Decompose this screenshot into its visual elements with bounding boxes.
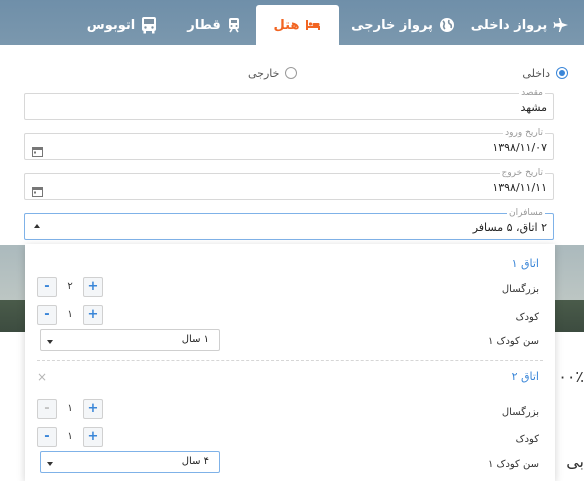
radio-label: خارجی xyxy=(248,66,280,80)
calendar-icon[interactable] xyxy=(32,182,43,201)
tab-label: هتل xyxy=(273,17,300,33)
partial-text: بی‌ xyxy=(566,452,584,471)
tab-hotel[interactable]: هتل xyxy=(256,5,339,45)
children-label: کودک xyxy=(515,312,539,323)
tab-label: پرواز خارجی xyxy=(351,17,433,33)
minus-button[interactable]: - xyxy=(37,277,57,297)
passengers-field[interactable]: مسافران ۲ اتاق، ۵ مسافر xyxy=(24,207,554,240)
child-age-label: سن کودک ۱ xyxy=(487,336,539,347)
calendar-icon[interactable] xyxy=(32,142,43,161)
minus-button[interactable]: - xyxy=(37,305,57,325)
child-age-select[interactable]: ۴ سال xyxy=(40,451,220,473)
children-count: ۱ xyxy=(67,431,73,442)
adults-count: ۲ xyxy=(67,281,73,292)
children-label: کودک xyxy=(515,434,539,445)
children-count: ۱ xyxy=(67,309,73,320)
minus-button[interactable]: - xyxy=(37,427,57,447)
plus-button[interactable]: + xyxy=(83,427,103,447)
chevron-up-icon[interactable] xyxy=(34,224,40,228)
child-age-value: ۴ سال xyxy=(181,456,209,467)
train-icon xyxy=(227,17,241,33)
plus-button[interactable]: + xyxy=(83,277,103,297)
tab-label: قطار xyxy=(187,17,221,33)
tab-label: پرواز داخلی xyxy=(470,17,548,33)
hotel-search-form: داخلی خارجی مقصد مشهد تاریخ ورود ۱۳۹۸/۱۱… xyxy=(0,45,584,245)
adults-label: بزرگسال xyxy=(501,284,539,295)
chevron-down-icon xyxy=(47,462,53,466)
radio-button[interactable] xyxy=(285,67,298,79)
plus-button[interactable]: + xyxy=(83,399,103,419)
passengers-value: ۲ اتاق، ۵ مسافر xyxy=(472,221,547,234)
adults-stepper: - ۱ + xyxy=(37,399,103,419)
tab-label: اتوبوس xyxy=(86,17,136,33)
children-stepper: - ۱ + xyxy=(37,305,103,325)
checkout-field[interactable]: تاریخ خروج ۱۳۹۸/۱۱/۱۱ xyxy=(24,167,554,201)
tab-domestic-flight[interactable]: پرواز داخلی xyxy=(464,5,576,45)
partial-text: ۱۰۰٪ xyxy=(560,367,584,386)
adults-label: بزرگسال xyxy=(501,407,539,418)
field-label: مسافران xyxy=(507,207,545,219)
airplane-icon xyxy=(553,17,569,33)
children-stepper: - ۱ + xyxy=(37,427,103,447)
minus-button[interactable]: - xyxy=(37,399,57,419)
service-tabs: پرواز داخلی پرواز خارجی هتل قطار اتوبوس xyxy=(0,5,584,45)
adults-stepper: - ۲ + xyxy=(37,277,103,297)
bus-icon xyxy=(141,16,157,34)
destination-field[interactable]: مقصد مشهد xyxy=(24,87,554,120)
close-icon[interactable]: × xyxy=(37,371,47,383)
globe-icon xyxy=(439,17,455,33)
tab-bus[interactable]: اتوبوس xyxy=(82,5,162,45)
radio-foreign[interactable]: خارجی xyxy=(248,65,298,81)
plus-button[interactable]: + xyxy=(83,305,103,325)
field-label: تاریخ ورود xyxy=(503,127,545,139)
destination-value: مشهد xyxy=(520,101,547,114)
room-divider xyxy=(37,360,543,361)
room-title: اتاق ۱ xyxy=(511,257,539,270)
field-label: تاریخ خروج xyxy=(499,167,545,179)
checkin-field[interactable]: تاریخ ورود ۱۳۹۸/۱۱/۰۷ xyxy=(24,127,554,161)
checkin-value: ۱۳۹۸/۱۱/۰۷ xyxy=(492,141,547,154)
field-label: مقصد xyxy=(519,87,545,99)
tab-foreign-flight[interactable]: پرواز خارجی xyxy=(348,5,458,45)
radio-label: داخلی xyxy=(522,66,550,80)
child-age-value: ۱ سال xyxy=(181,334,209,345)
adults-count: ۱ xyxy=(67,403,73,414)
child-age-label: سن کودک ۱ xyxy=(487,459,539,470)
child-age-select[interactable]: ۱ سال xyxy=(40,329,220,351)
checkout-value: ۱۳۹۸/۱۱/۱۱ xyxy=(492,181,547,194)
radio-button-selected[interactable] xyxy=(556,67,568,79)
room-title: اتاق ۲ xyxy=(511,370,539,383)
tab-train[interactable]: قطار xyxy=(182,5,246,45)
chevron-down-icon xyxy=(47,340,53,344)
passengers-dropdown: اتاق ۱ بزرگسال - ۲ + کودک - ۱ + سن کودک … xyxy=(25,244,555,481)
radio-domestic[interactable]: داخلی xyxy=(522,65,568,81)
bed-icon xyxy=(305,18,321,32)
